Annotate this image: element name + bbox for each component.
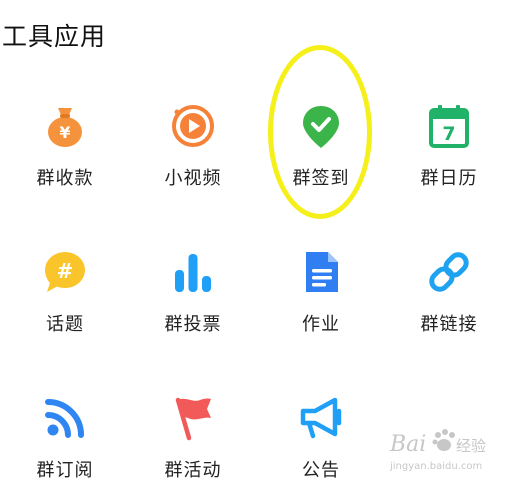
tool-group-collect-money[interactable]: ¥ 群收款 bbox=[10, 102, 120, 212]
tool-label: 群链接 bbox=[420, 314, 478, 335]
svg-text:¥: ¥ bbox=[59, 123, 70, 142]
watermark-brand: Bai bbox=[389, 432, 426, 457]
tool-group-vote[interactable]: 群投票 bbox=[138, 248, 248, 358]
tool-label: 作业 bbox=[302, 314, 340, 335]
baidu-jingyan-watermark: Bai 经验 jingyan.baidu.com bbox=[388, 425, 500, 475]
tool-label: 群签到 bbox=[292, 168, 350, 189]
tools-page: 工具应用 ¥ 群收款 小视频 群签到 7 群日历 # 话题 群投票 作业 群链接… bbox=[0, 0, 505, 484]
calendar-icon: 7 bbox=[425, 102, 473, 150]
megaphone-icon bbox=[297, 394, 345, 442]
tool-label: 群投票 bbox=[164, 314, 222, 335]
tool-label: 公告 bbox=[302, 460, 340, 481]
tool-label: 小视频 bbox=[164, 168, 222, 189]
paw-icon bbox=[432, 429, 455, 451]
tool-short-video[interactable]: 小视频 bbox=[138, 102, 248, 212]
rss-icon bbox=[41, 394, 89, 442]
tool-group-calendar[interactable]: 7 群日历 bbox=[394, 102, 504, 212]
document-icon bbox=[297, 248, 345, 296]
money-bag-icon: ¥ bbox=[41, 102, 89, 150]
link-icon bbox=[425, 248, 473, 296]
tool-group-activity[interactable]: 群活动 bbox=[138, 394, 248, 484]
tool-announcement[interactable]: 公告 bbox=[266, 394, 376, 484]
tool-group-subscribe[interactable]: 群订阅 bbox=[10, 394, 120, 484]
flag-icon bbox=[169, 394, 217, 442]
tool-label: 群收款 bbox=[36, 168, 94, 189]
svg-text:#: # bbox=[57, 259, 74, 283]
watermark-suffix: 经验 bbox=[456, 437, 486, 455]
tool-topic[interactable]: # 话题 bbox=[10, 248, 120, 358]
calendar-day: 7 bbox=[442, 123, 455, 145]
check-pin-icon bbox=[297, 102, 345, 150]
tool-group-link[interactable]: 群链接 bbox=[394, 248, 504, 358]
tool-grid: ¥ 群收款 小视频 群签到 7 群日历 # 话题 群投票 作业 群链接 群订阅 … bbox=[10, 0, 505, 484]
tool-label: 群活动 bbox=[164, 460, 222, 481]
tool-label: 话题 bbox=[46, 314, 84, 335]
tool-homework[interactable]: 作业 bbox=[266, 248, 376, 358]
hashtag-bubble-icon: # bbox=[41, 248, 89, 296]
tool-label: 群日历 bbox=[420, 168, 478, 189]
bar-chart-icon bbox=[169, 248, 217, 296]
video-play-icon bbox=[169, 102, 217, 150]
tool-label: 群订阅 bbox=[36, 460, 94, 481]
watermark-url: jingyan.baidu.com bbox=[389, 461, 482, 472]
tool-group-checkin[interactable]: 群签到 bbox=[266, 102, 376, 212]
